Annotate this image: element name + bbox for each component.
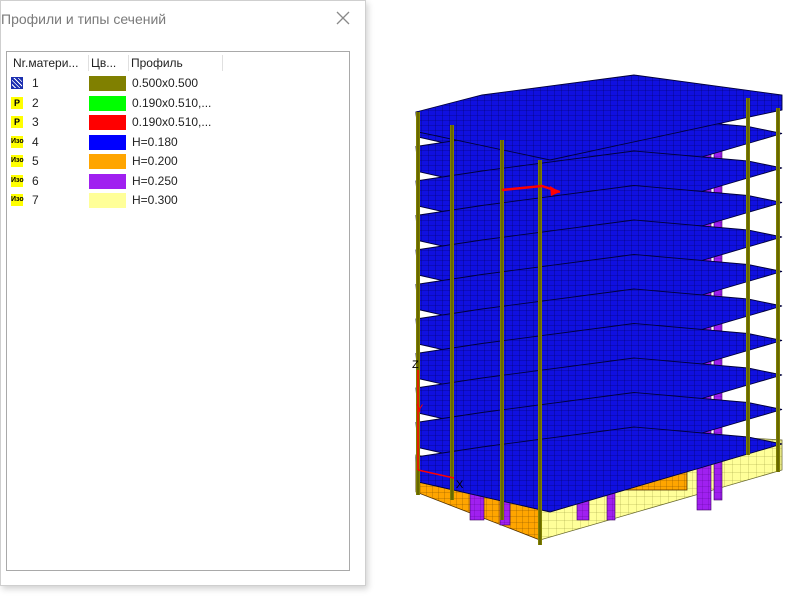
y-axis-label: Y (416, 403, 424, 415)
material-number: 3 (32, 115, 39, 129)
p-badge-icon: P (11, 116, 23, 128)
color-swatch[interactable] (89, 134, 126, 150)
iso-badge-icon: Изо (11, 135, 24, 148)
iso-badge-icon: Изо (11, 155, 24, 167)
building-model[interactable]: Z Y X (372, 0, 800, 600)
panel-titlebar: Профили и типы сечений (1, 1, 365, 37)
material-number: 1 (32, 76, 39, 90)
profiles-table[interactable]: Nr.матери... Цв... Профиль 1 0.500x0.500 P… (6, 51, 350, 571)
profile-value: H=0.200 (132, 154, 178, 168)
profile-value: H=0.300 (132, 193, 178, 207)
profile-value: 0.190x0.510,... (132, 95, 212, 110)
material-number: 7 (32, 193, 39, 207)
table-row[interactable]: Изо 5 H=0.200 (7, 152, 347, 171)
color-swatch[interactable] (89, 154, 126, 169)
column-divider[interactable] (222, 55, 223, 71)
p-badge-icon: P (11, 96, 23, 109)
table-row[interactable]: Изо 6 H=0.250 (7, 172, 347, 191)
table-row[interactable]: 1 0.500x0.500 (7, 74, 347, 93)
close-icon[interactable] (335, 10, 351, 26)
profile-value: H=0.180 (132, 134, 178, 149)
material-number: 6 (32, 173, 39, 188)
column-header-profile[interactable]: Профиль (131, 54, 221, 72)
material-number: 2 (32, 95, 39, 110)
floor-slabs[interactable] (415, 74, 783, 513)
material-number: 5 (32, 154, 39, 168)
model-3d-view[interactable]: Z Y X (372, 0, 800, 600)
table-row[interactable]: Изо 7 H=0.300 (7, 191, 347, 210)
column-header-material[interactable]: Nr.матери... (13, 54, 87, 72)
table-row[interactable]: P 3 0.190x0.510,... (7, 113, 347, 132)
hatched-square-icon (11, 77, 23, 89)
iso-badge-icon: Изо (11, 174, 24, 187)
column-divider[interactable] (128, 55, 129, 71)
column-divider[interactable] (88, 55, 89, 71)
color-swatch[interactable] (89, 76, 126, 91)
profile-value: 0.500x0.500 (132, 76, 199, 90)
z-axis-label: Z (412, 359, 419, 371)
column-header-color[interactable]: Цв... (91, 54, 127, 72)
material-number: 4 (32, 134, 39, 149)
x-axis-label: X (456, 479, 464, 491)
table-row[interactable]: Изо 4 H=0.180 (7, 133, 347, 152)
panel-title: Профили и типы сечений (1, 11, 167, 27)
profile-value: 0.190x0.510,... (132, 115, 212, 129)
profile-value: H=0.250 (132, 173, 178, 188)
color-swatch[interactable] (89, 173, 126, 189)
color-swatch[interactable] (89, 193, 126, 208)
iso-badge-icon: Изо (11, 194, 24, 206)
color-swatch[interactable] (89, 95, 126, 111)
color-swatch[interactable] (89, 115, 126, 130)
sections-panel: Профили и типы сечений Nr.матери... Цв..… (0, 0, 366, 586)
table-row[interactable]: P 2 0.190x0.510,... (7, 94, 347, 113)
